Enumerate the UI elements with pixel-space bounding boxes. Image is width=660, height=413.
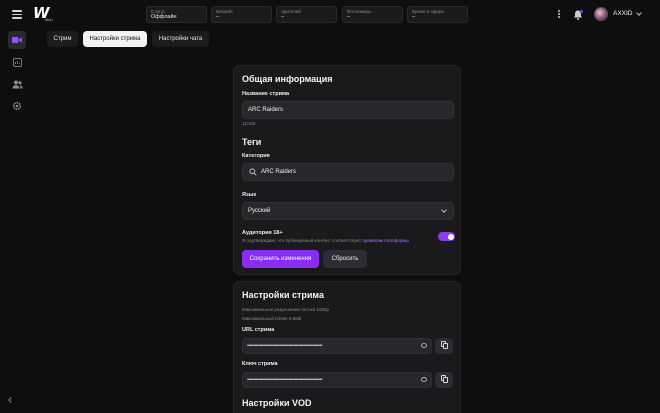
url-label: URL стрима [242, 327, 275, 333]
card-title: Настройки стрима [242, 290, 324, 300]
users-icon [12, 80, 22, 88]
language-select[interactable]: Русский [242, 202, 454, 220]
audience-18-toggle[interactable] [438, 232, 455, 241]
stream-settings-card: Настройки стрима Максимальное разрешение… [233, 281, 461, 413]
more-icon[interactable] [557, 10, 561, 20]
username[interactable]: AXXID [613, 10, 633, 17]
vod-title: Настройки VOD [242, 398, 312, 408]
gear-icon [12, 101, 22, 111]
stat-value: – [347, 14, 351, 20]
stat-value: – [281, 14, 285, 20]
stat-viewers: Зрителей – [276, 6, 337, 23]
logo-subtext: ritch [45, 17, 53, 22]
stat-status: Статус Оффлайн [146, 6, 207, 23]
general-info-card: Общая информация Название стрима ARC Rai… [233, 65, 461, 275]
tab-stream[interactable]: Стрим [47, 31, 78, 47]
top-bar: W ritch Статус Оффлайн Битрейт – Зрителе… [0, 0, 660, 30]
save-button[interactable]: Сохранить изменения [242, 250, 319, 268]
max-bitrate-text: Максимальный bitrate 8.5Mb [242, 316, 302, 321]
sidebar [0, 30, 34, 413]
stream-key-field[interactable]: ••••••••••••••••••••••••••••••••••••••••… [242, 372, 432, 388]
stream-url-field[interactable]: ••••••••••••••••••••••••••••••••••••••••… [242, 338, 432, 354]
sidebar-item-users[interactable] [8, 75, 26, 93]
sidebar-item-analytics[interactable] [8, 53, 26, 71]
eye-icon[interactable] [421, 377, 427, 382]
audience-label: Аудитория 18+ [242, 230, 283, 236]
category-value: ARC Raiders [261, 169, 297, 175]
stream-name-label: Название стрима [242, 91, 290, 97]
key-label: Ключ стрима [242, 361, 278, 367]
sidebar-item-settings[interactable] [8, 97, 26, 115]
chevron-down-icon[interactable] [636, 10, 642, 16]
audience-description: Я подтверждаю, что публикуемый контент с… [242, 238, 409, 243]
stat-value: Оффлайн [151, 14, 177, 20]
language-value: Русский [248, 208, 271, 214]
stat-bitrate: Битрейт – [211, 6, 272, 23]
char-counter: 11/100 [242, 121, 256, 126]
logo[interactable]: W ritch [33, 4, 59, 26]
copy-key-button[interactable] [435, 372, 453, 388]
max-resolution-text: Максимальное разрешение потока 1080p [242, 307, 329, 312]
copy-icon-front [443, 377, 448, 383]
copy-url-button[interactable] [435, 338, 453, 354]
stat-value: – [412, 14, 416, 20]
rules-link[interactable]: правилам платформы [362, 238, 408, 243]
avatar[interactable] [594, 7, 608, 21]
search-icon [249, 168, 257, 176]
audience-desc-text: Я подтверждаю, что публикуемый контент с… [242, 238, 362, 243]
stat-airtime: Время в эфире – [407, 6, 468, 23]
stat-followers: Фолловеры – [342, 6, 403, 23]
menu-icon[interactable] [12, 10, 22, 19]
tab-chat-settings[interactable]: Настройки чата [152, 31, 209, 47]
notification-bell-icon[interactable] [572, 9, 584, 21]
chart-icon [12, 57, 22, 67]
video-camera-icon [12, 37, 22, 43]
reset-button[interactable]: Сбросить [323, 250, 367, 268]
eye-icon[interactable] [421, 343, 427, 348]
stat-value: – [216, 14, 220, 20]
tags-title: Теги [242, 137, 262, 147]
stream-url-value: ••••••••••••••••••••••••••••••••••••••••… [247, 343, 323, 349]
language-label: Язык [242, 192, 257, 198]
category-label: Категория [242, 153, 270, 159]
chevron-down-icon [441, 207, 447, 213]
sidebar-item-stream[interactable] [8, 31, 26, 49]
stream-name-input[interactable]: ARC Raiders [242, 101, 454, 119]
category-input[interactable]: ARC Raiders [242, 163, 454, 181]
copy-icon-front [443, 343, 448, 349]
tab-stream-settings[interactable]: Настройки стрима [83, 31, 147, 47]
collapse-sidebar-icon[interactable] [8, 397, 14, 403]
card-title: Общая информация [242, 74, 333, 84]
stream-key-value: ••••••••••••••••••••••••••••••••••••••••… [247, 377, 323, 383]
